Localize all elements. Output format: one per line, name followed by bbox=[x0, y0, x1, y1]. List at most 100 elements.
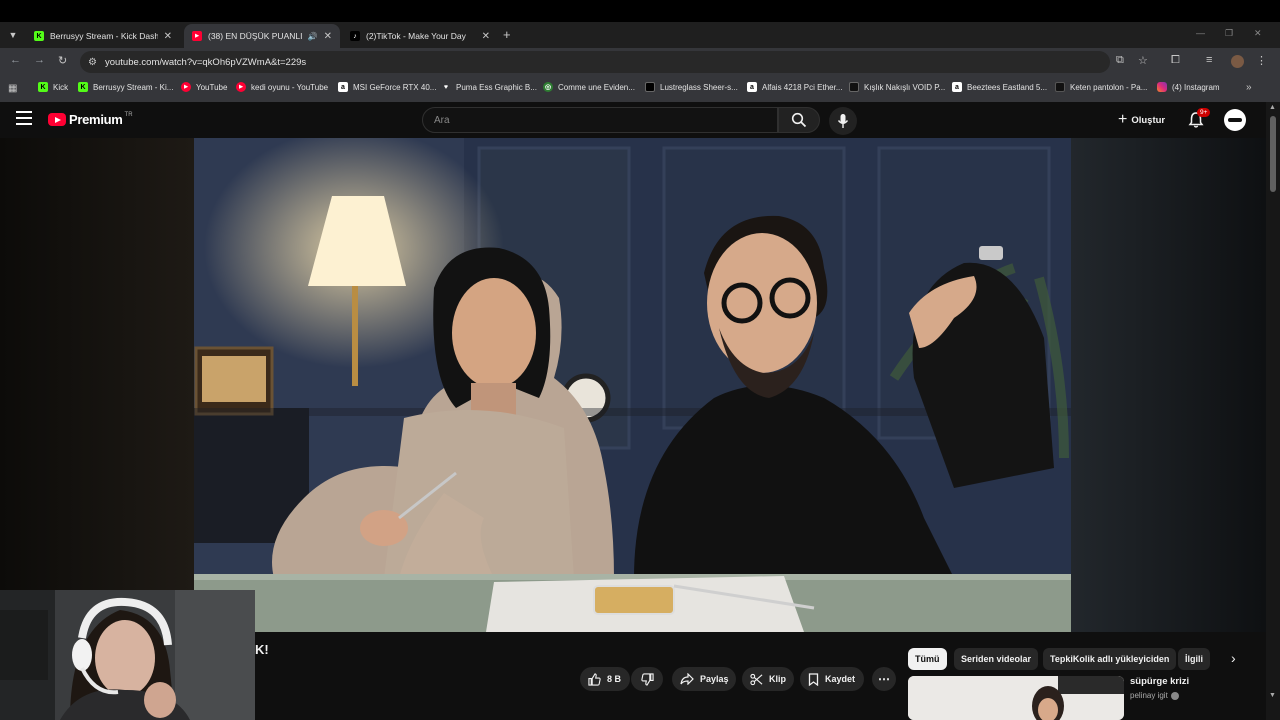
bookmark-label: (4) Instagram bbox=[1172, 82, 1220, 92]
back-icon[interactable]: ← bbox=[10, 54, 21, 66]
navigation-bar: ← → ↻ ⚙ youtube.com/watch?v=qkOh6pVZWmA&… bbox=[0, 48, 1280, 76]
bookmark-youtube[interactable]: ▶ YouTube bbox=[181, 82, 227, 92]
kick-icon: K bbox=[34, 31, 44, 41]
dislike-button[interactable] bbox=[631, 667, 663, 691]
bookmark-kislik-nakisli[interactable]: Kışlık Nakışlı VOID P... bbox=[849, 82, 945, 92]
webcam-image bbox=[0, 590, 255, 720]
bookmark-kedi-oyunu[interactable]: ▶ kedi oyunu - YouTube bbox=[236, 82, 328, 92]
bookmark-alfais[interactable]: a Alfais 4218 Pci Ether... bbox=[747, 82, 843, 92]
bookmark-star-icon[interactable]: ☆ bbox=[1138, 54, 1148, 67]
close-icon[interactable]: ✕ bbox=[164, 31, 172, 42]
bookmark-lustreglass[interactable]: Lustreglass Sheer-s... bbox=[645, 82, 738, 92]
bookmark-instagram[interactable]: (4) Instagram bbox=[1157, 82, 1220, 92]
share-label: Paylaş bbox=[700, 674, 729, 684]
instagram-icon bbox=[1157, 82, 1167, 92]
apps-grid-icon[interactable]: ▦ bbox=[8, 83, 17, 94]
bookmark-keten-pantolon[interactable]: Keten pantolon - Pa... bbox=[1055, 82, 1147, 92]
more-actions-button[interactable]: ⋯ bbox=[872, 667, 896, 691]
tiktok-icon: ♪ bbox=[350, 31, 360, 41]
video-player[interactable] bbox=[194, 138, 1071, 632]
pull-icon bbox=[1055, 82, 1065, 92]
logo-text: Premium bbox=[69, 112, 123, 127]
address-bar[interactable]: ⚙ youtube.com/watch?v=qkOh6pVZWmA&t=229s bbox=[80, 51, 1110, 73]
tab-search-button[interactable]: ▼ bbox=[4, 26, 22, 44]
bookmark-label: Puma Ess Graphic B... bbox=[456, 82, 537, 92]
chevron-right-icon[interactable]: › bbox=[1231, 650, 1236, 666]
create-button[interactable]: + Oluştur bbox=[1112, 109, 1171, 131]
close-icon[interactable]: ✕ bbox=[324, 31, 332, 42]
tab-kick-dashboard[interactable]: K Berrusyy Stream - Kick Dashbo ✕ bbox=[26, 24, 180, 48]
like-button[interactable]: 8 B bbox=[580, 667, 630, 691]
bookmark-beeztees[interactable]: a Beeztees Eastland 5... bbox=[952, 82, 1047, 92]
bookmark-label: MSI GeForce RTX 40... bbox=[353, 82, 437, 92]
tab-tiktok[interactable]: ♪ (2)TikTok - Make Your Day ✕ bbox=[342, 24, 498, 48]
hamburger-menu-icon[interactable] bbox=[16, 111, 32, 125]
url-text: youtube.com/watch?v=qkOh6pVZWmA&t=229s bbox=[104, 56, 307, 68]
forward-icon[interactable]: → bbox=[34, 54, 45, 66]
video-title: K! bbox=[255, 642, 269, 657]
scroll-thumb[interactable] bbox=[1270, 116, 1276, 192]
chip-related[interactable]: İlgili bbox=[1178, 648, 1210, 670]
video-frame bbox=[194, 138, 1071, 632]
account-avatar[interactable] bbox=[1224, 109, 1246, 131]
voice-search-button[interactable] bbox=[829, 107, 857, 135]
youtube-icon: ▶ bbox=[192, 31, 202, 41]
recommendation-thumbnail[interactable] bbox=[908, 676, 1124, 720]
create-label: Oluştur bbox=[1131, 114, 1166, 126]
tab-strip: ▼ K Berrusyy Stream - Kick Dashbo ✕ ▶ (3… bbox=[0, 22, 1280, 48]
tab-title: (2)TikTok - Make Your Day bbox=[366, 31, 466, 41]
bookmark-berrusyy-stream[interactable]: K Berrusyy Stream - Ki... bbox=[78, 82, 173, 92]
bookmark-label: Beeztees Eastland 5... bbox=[967, 82, 1048, 92]
channel-name: pelinay igit bbox=[1130, 691, 1168, 700]
bookmark-label: YouTube bbox=[196, 82, 228, 92]
thumbs-down-icon bbox=[640, 672, 654, 686]
install-app-icon[interactable]: ⧉ bbox=[1116, 54, 1124, 67]
close-window-icon[interactable]: ✕ bbox=[1254, 28, 1262, 39]
more-bookmarks-icon[interactable]: » bbox=[1246, 82, 1252, 93]
puma-icon: ♥ bbox=[443, 83, 449, 91]
new-tab-button[interactable]: + bbox=[503, 27, 511, 42]
bookmark-puma[interactable]: ♥ Puma Ess Graphic B... bbox=[441, 82, 537, 92]
site-info-icon[interactable]: ⚙ bbox=[88, 57, 97, 68]
bookmark-msi-geforce[interactable]: a MSI GeForce RTX 40... bbox=[338, 82, 436, 92]
tab-youtube-video[interactable]: ▶ (38) EN DÜŞÜK PUANLI YİY 🔊 ✕ bbox=[184, 24, 340, 48]
profile-avatar[interactable] bbox=[1231, 55, 1244, 68]
minimize-icon[interactable]: — bbox=[1196, 28, 1205, 38]
store-icon bbox=[849, 82, 859, 92]
kick-icon: K bbox=[78, 82, 88, 92]
youtube-play-icon bbox=[48, 113, 66, 126]
scroll-down-icon[interactable]: ▼ bbox=[1269, 692, 1276, 699]
search-button[interactable] bbox=[778, 107, 820, 133]
media-controls-icon[interactable]: ≡ bbox=[1206, 54, 1212, 66]
chip-all[interactable]: Tümü bbox=[908, 648, 947, 670]
video-player-area bbox=[0, 138, 1266, 632]
bookmark-label: kedi oyunu - YouTube bbox=[251, 82, 329, 92]
reload-icon[interactable]: ↻ bbox=[58, 54, 67, 67]
close-icon[interactable]: ✕ bbox=[482, 31, 490, 42]
page-scrollbar[interactable]: ▲ ▼ bbox=[1266, 102, 1280, 720]
search-input[interactable]: Ara bbox=[422, 107, 778, 133]
amazon-icon: a bbox=[952, 82, 962, 92]
bookmark-label: Comme une Eviden... bbox=[558, 82, 635, 92]
recommendation-title[interactable]: süpürge krizi bbox=[1130, 676, 1189, 687]
screen-top-border bbox=[0, 0, 1280, 22]
scroll-up-icon[interactable]: ▲ bbox=[1269, 104, 1276, 111]
chip-from-uploader[interactable]: TepkiKolik adlı yükleyiciden bbox=[1043, 648, 1177, 670]
clip-button[interactable]: Klip bbox=[742, 667, 794, 691]
microphone-icon bbox=[837, 114, 849, 128]
chip-series-videos[interactable]: Seriden videolar bbox=[954, 648, 1039, 670]
bookmark-comme-une-evidence[interactable]: ◎ Comme une Eviden... bbox=[543, 82, 635, 92]
bookmark-label: Keten pantolon - Pa... bbox=[1070, 82, 1148, 92]
extensions-icon[interactable]: ⧠ bbox=[1171, 54, 1180, 67]
zara-icon bbox=[645, 82, 655, 92]
share-icon bbox=[680, 673, 694, 685]
youtube-premium-logo[interactable]: Premium TR bbox=[48, 112, 133, 127]
recommendation-channel[interactable]: pelinay igit bbox=[1130, 691, 1179, 700]
bookmark-kick[interactable]: K Kick bbox=[38, 82, 68, 92]
save-button[interactable]: Kaydet bbox=[800, 667, 864, 691]
more-menu-icon[interactable]: ⋮ bbox=[1256, 54, 1267, 67]
ambient-glow-left bbox=[0, 138, 194, 632]
share-button[interactable]: Paylaş bbox=[672, 667, 736, 691]
speaker-icon[interactable]: 🔊 bbox=[308, 32, 318, 41]
restore-icon[interactable]: ❐ bbox=[1225, 28, 1233, 39]
